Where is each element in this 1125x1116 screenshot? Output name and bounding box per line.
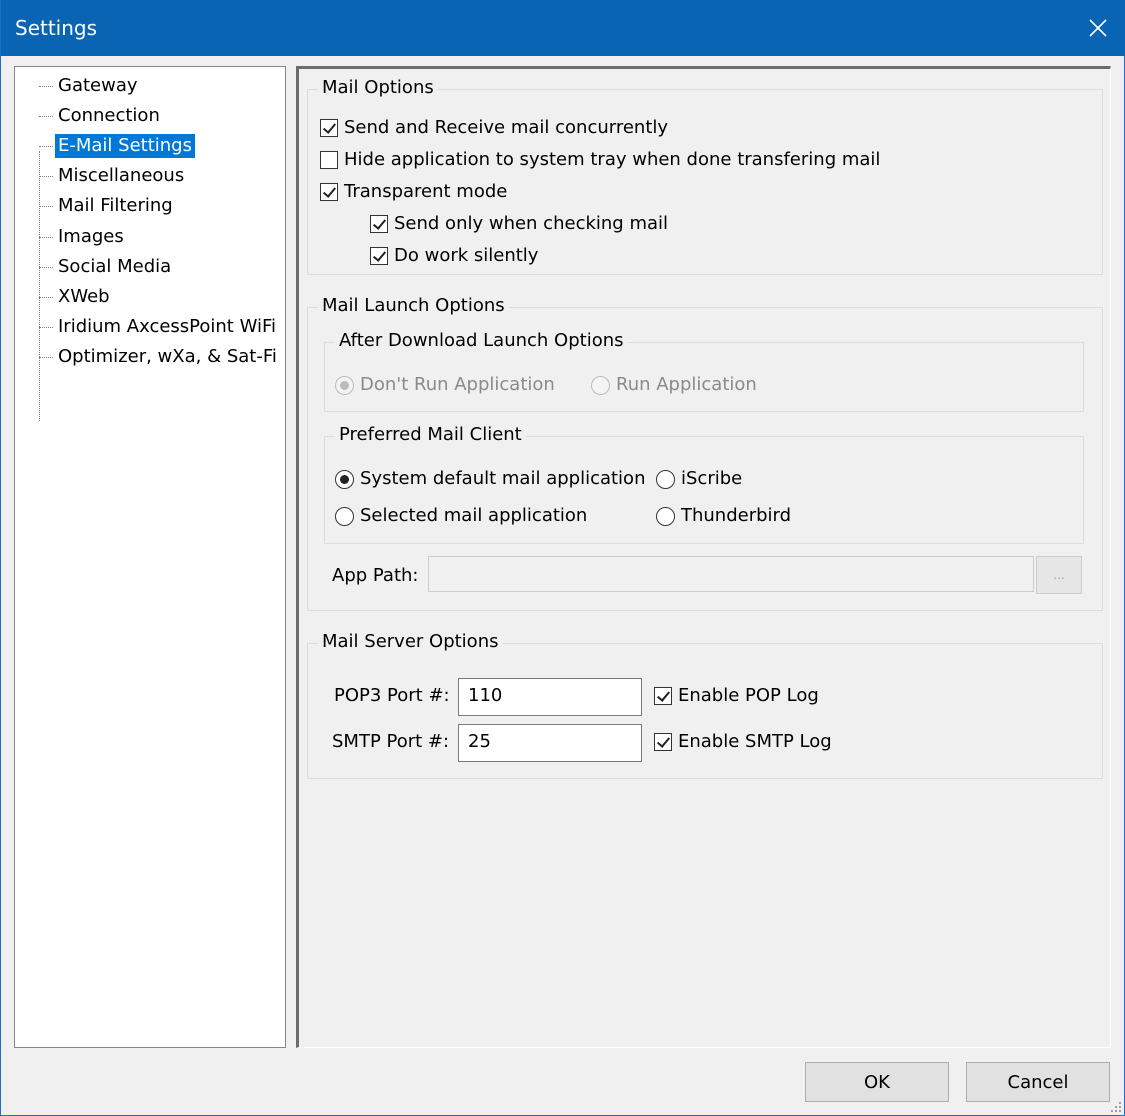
tree-item-label: Images xyxy=(58,226,124,247)
tree-connector xyxy=(39,116,53,117)
ok-button[interactable]: OK xyxy=(805,1062,949,1102)
send-receive-concurrently-checkbox[interactable]: Send and Receive mail concurrently xyxy=(320,116,668,140)
tree-connector xyxy=(39,267,53,268)
radio-label: Selected mail application xyxy=(360,505,588,526)
checkbox-box xyxy=(320,119,338,137)
checkbox-label: Transparent mode xyxy=(344,181,508,202)
tree-item-label: E-Mail Settings xyxy=(55,134,195,158)
app-path-input[interactable] xyxy=(428,556,1034,592)
group-title: Mail Server Options xyxy=(318,628,503,656)
pop3-port-label: POP3 Port #: xyxy=(334,685,450,706)
tree-connector xyxy=(39,86,53,87)
smtp-port-input[interactable]: 25 xyxy=(458,724,642,762)
dont-run-application-radio[interactable]: Don't Run Application xyxy=(335,373,555,397)
enable-pop-log-checkbox[interactable]: Enable POP Log xyxy=(654,684,819,708)
enable-smtp-log-checkbox[interactable]: Enable SMTP Log xyxy=(654,730,832,754)
tree-connector xyxy=(39,237,53,238)
smtp-port-label: SMTP Port #: xyxy=(332,731,450,752)
tree-item-label: Optimizer, wXa, & Sat-Fi xyxy=(58,346,277,367)
tree-connector xyxy=(39,206,53,207)
checkbox-box xyxy=(370,215,388,233)
email-settings-panel: Mail Options Send and Receive mail concu… xyxy=(296,66,1111,1048)
tree-item-label: Iridium AxcessPoint WiFi xyxy=(58,316,277,337)
checkbox-box xyxy=(320,183,338,201)
tree-connector xyxy=(39,327,53,328)
app-path-label: App Path: xyxy=(332,565,419,586)
tree-connector xyxy=(39,297,53,298)
checkbox-label: Enable POP Log xyxy=(678,685,819,706)
radio-label: Thunderbird xyxy=(681,505,792,526)
settings-window: Settings Gateway Connection E-Mail Setti… xyxy=(0,0,1125,1116)
pop3-port-input[interactable]: 110 xyxy=(458,678,642,716)
thunderbird-radio[interactable]: Thunderbird xyxy=(656,504,791,528)
radio-label: iScribe xyxy=(681,468,743,489)
preferred-mail-client-group: Preferred Mail Client System default mai… xyxy=(324,421,1084,544)
transparent-mode-checkbox[interactable]: Transparent mode xyxy=(320,180,507,204)
group-title: Mail Launch Options xyxy=(318,292,509,320)
tree-connector xyxy=(39,146,53,147)
checkbox-box xyxy=(320,151,338,169)
work-silently-checkbox[interactable]: Do work silently xyxy=(370,244,538,268)
mail-launch-options-group: Mail Launch Options After Download Launc… xyxy=(307,292,1103,611)
radio-label: Run Application xyxy=(616,374,757,395)
mail-server-options-group: Mail Server Options POP3 Port #: 110 Ena… xyxy=(307,628,1103,779)
radio-circle xyxy=(335,469,354,489)
radio-circle xyxy=(656,469,675,489)
radio-label: System default mail application xyxy=(360,468,646,489)
checkbox-label: Send only when checking mail xyxy=(394,213,669,234)
iscribe-radio[interactable]: iScribe xyxy=(656,467,742,491)
radio-label: Don't Run Application xyxy=(360,374,555,395)
close-button[interactable] xyxy=(1070,0,1125,56)
group-title: Mail Options xyxy=(318,74,438,102)
tree-item-label: Connection xyxy=(58,105,160,126)
radio-circle xyxy=(656,506,675,526)
tree-connector xyxy=(39,176,53,177)
settings-tree[interactable]: Gateway Connection E-Mail Settings Misce… xyxy=(14,66,286,1048)
close-icon xyxy=(1089,19,1107,37)
hide-to-tray-checkbox[interactable]: Hide application to system tray when don… xyxy=(320,148,880,172)
tree-item-label: Social Media xyxy=(58,256,172,277)
group-title: After Download Launch Options xyxy=(335,327,628,355)
tree-connector xyxy=(39,357,53,358)
system-default-mail-radio[interactable]: System default mail application xyxy=(335,467,645,491)
checkbox-label: Enable SMTP Log xyxy=(678,731,832,752)
tree-item-label: Gateway xyxy=(58,75,138,96)
window-title: Settings xyxy=(15,16,98,40)
checkbox-label: Hide application to system tray when don… xyxy=(344,149,881,170)
radio-circle xyxy=(335,375,354,395)
radio-circle xyxy=(335,506,354,526)
tree-connector-line xyxy=(39,151,40,421)
run-application-radio[interactable]: Run Application xyxy=(591,373,757,397)
checkbox-box xyxy=(370,247,388,265)
checkbox-label: Send and Receive mail concurrently xyxy=(344,117,669,138)
tree-item-label: XWeb xyxy=(58,286,110,307)
resize-grip-icon[interactable] xyxy=(1110,1101,1122,1113)
after-download-group: After Download Launch Options Don't Run … xyxy=(324,327,1084,412)
browse-button[interactable]: ... xyxy=(1036,556,1082,594)
mail-options-group: Mail Options Send and Receive mail concu… xyxy=(307,74,1103,275)
group-title: Preferred Mail Client xyxy=(335,421,526,449)
cancel-button[interactable]: Cancel xyxy=(966,1062,1110,1102)
title-bar: Settings xyxy=(1,0,1125,56)
checkbox-box xyxy=(654,733,672,751)
send-only-when-checking-checkbox[interactable]: Send only when checking mail xyxy=(370,212,668,236)
radio-circle xyxy=(591,375,610,395)
tree-item-label: Miscellaneous xyxy=(58,165,185,186)
selected-mail-application-radio[interactable]: Selected mail application xyxy=(335,504,587,528)
tree-item-label: Mail Filtering xyxy=(58,195,173,216)
checkbox-label: Do work silently xyxy=(394,245,539,266)
checkbox-box xyxy=(654,687,672,705)
